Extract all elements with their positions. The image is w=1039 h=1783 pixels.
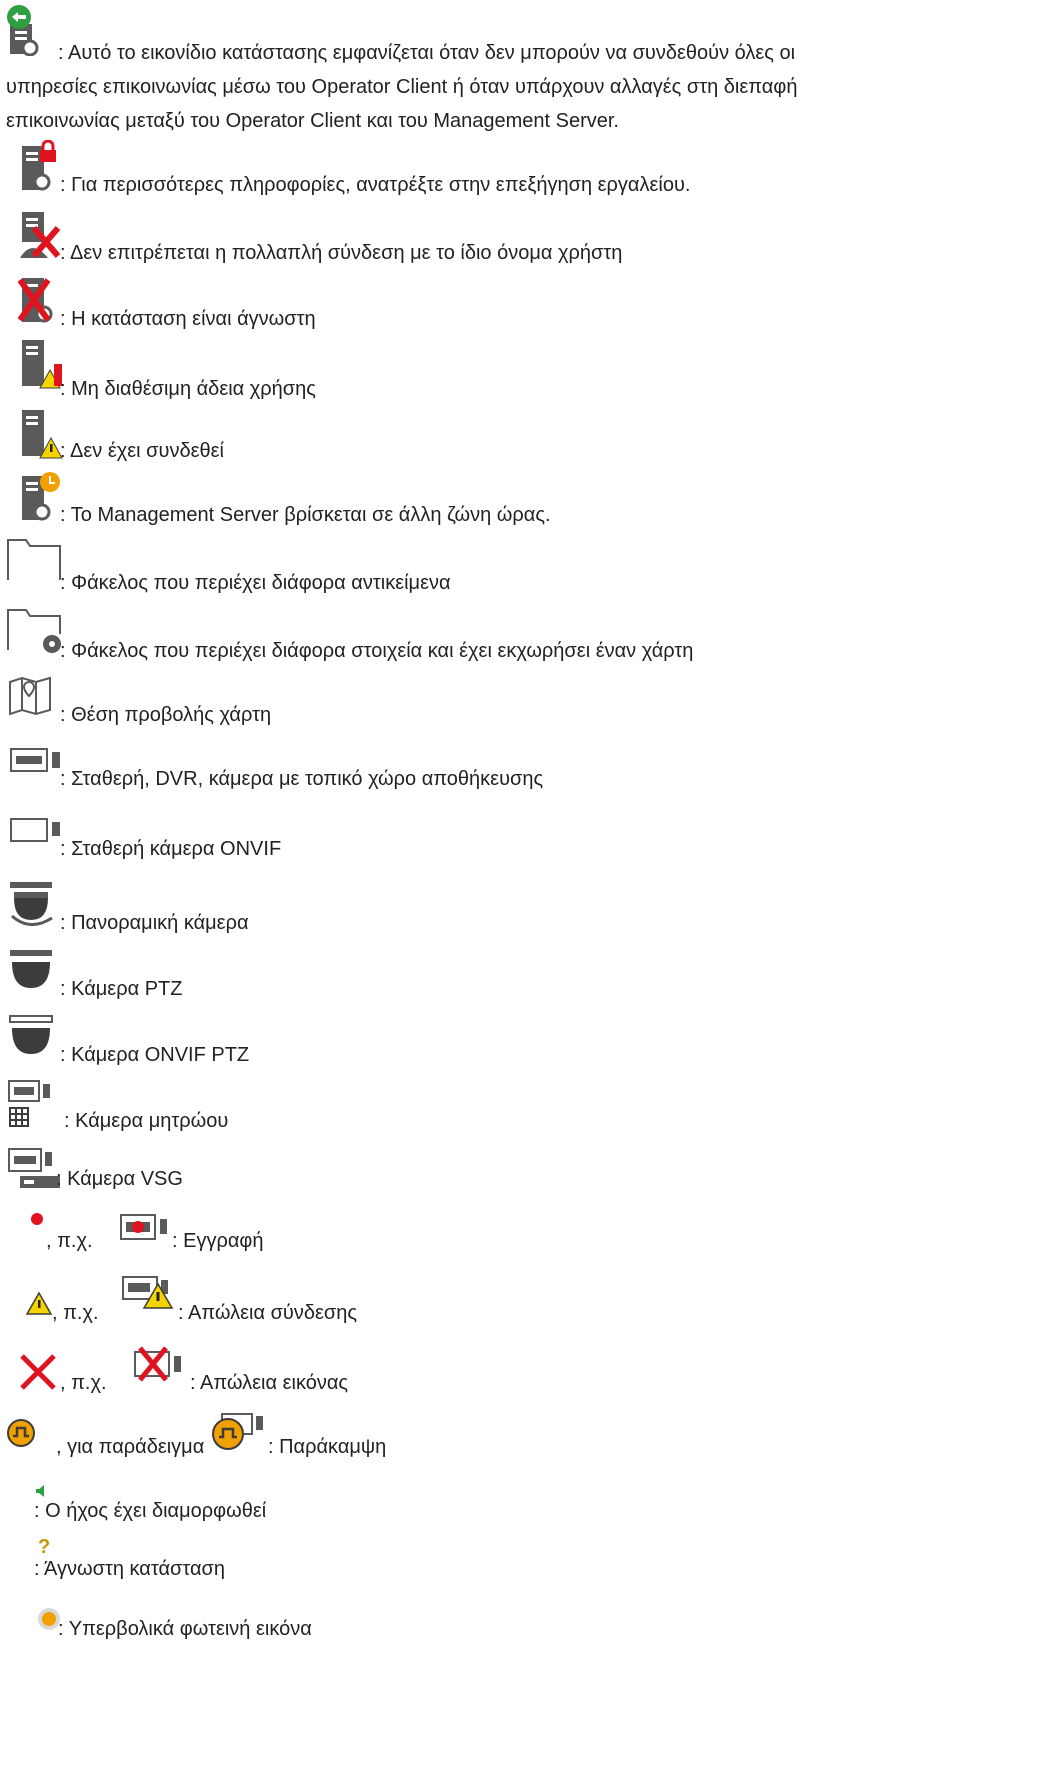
conn-lost-text: : Απώλεια σύνδεσης: [178, 1302, 358, 1324]
page: { "lines": { "status_comm_1": ": Αυτό το…: [0, 0, 1039, 1783]
row-vsg: : Κάμερα VSG: [0, 1148, 1039, 1198]
row-onvif-ptz: : Κάμερα ONVIF PTZ: [0, 1014, 1039, 1070]
conn-lost-eg-text: , π.χ.: [52, 1302, 99, 1324]
panoramic-text: : Πανοραμική κάμερα: [60, 912, 249, 934]
unknown-state-text: : Η κατάσταση είναι άγνωστη: [60, 308, 316, 330]
folder-map-icon: [7, 609, 61, 653]
no-license-text: : Μη διαθέσιμη άδεια χρήσης: [60, 378, 316, 400]
comm-status-line-1: : Αυτό το εικονίδιο κατάστασης εμφανίζετ…: [58, 42, 796, 64]
recording-camera-icon: [120, 1214, 167, 1240]
fixed-camera-icon: [10, 748, 60, 772]
server-license-warning-icon: [22, 340, 62, 389]
audio-text: : Ο ήχος έχει διαμορφωθεί: [34, 1500, 267, 1522]
row-fixed-camera: : Σταθερή, DVR, κάμερα με τοπικό χώρο απ…: [0, 746, 1039, 796]
image-lost-text: : Απώλεια εικόνας: [190, 1372, 349, 1394]
server-not-connected-icon: [22, 410, 63, 459]
bypass-camera-icon: [212, 1413, 263, 1450]
user-login-denied-icon: [20, 212, 61, 258]
matrix-camera-icon: [8, 1080, 50, 1127]
row-time-zone: : Το Management Server βρίσκεται σε άλλη…: [0, 470, 1039, 526]
red-cross-icon: [20, 1354, 56, 1390]
warning-triangle-icon: [26, 1292, 52, 1315]
row-conn-lost: , π.χ. : Απώλεια σύνδεσης: [0, 1276, 1039, 1330]
tooltip-info-text: : Για περισσότερες πληροφορίες, ανατρέξτ…: [60, 174, 691, 196]
bypass-text: : Παράκαμψη: [268, 1436, 387, 1458]
overbright-text: : Υπερβολικά φωτεινή εικόνα: [58, 1618, 312, 1640]
bypass-example-text: , για παράδειγμα: [56, 1436, 205, 1458]
ptz-text: : Κάμερα PTZ: [60, 978, 183, 1000]
connection-lost-camera-icon: [122, 1276, 174, 1309]
row-comm-status: : Αυτό το εικονίδιο κατάστασης εμφανίζετ…: [0, 0, 1039, 132]
row-not-connected: : Δεν έχει συνδεθεί: [0, 406, 1039, 462]
row-tooltip: : Για περισσότερες πληροφορίες, ανατρέξτ…: [0, 140, 1039, 196]
image-lost-camera-icon: [134, 1346, 181, 1382]
multi-login-text: : Δεν επιτρέπεται η πολλαπλή σύνδεση με …: [60, 242, 623, 264]
row-no-license: : Μη διαθέσιμη άδεια χρήσης: [0, 336, 1039, 400]
row-unknown: ? : Άγνωστη κατάσταση: [0, 1536, 1039, 1592]
row-bypass: , για παράδειγμα : Παράκαμψη: [0, 1412, 1039, 1468]
row-ptz: : Κάμερα PTZ: [0, 948, 1039, 1004]
recording-eg-text: , π.χ.: [46, 1230, 93, 1252]
map-view-icon: [9, 676, 51, 716]
comm-status-line-2: υπηρεσίες επικοινωνίας μέσω του Operator…: [6, 76, 798, 98]
onvif-ptz-text: : Κάμερα ONVIF PTZ: [60, 1044, 250, 1066]
recording-text: : Εγγραφή: [172, 1230, 264, 1252]
recording-dot-icon: [31, 1213, 43, 1225]
panoramic-camera-icon: [10, 882, 53, 926]
not-connected-text: : Δεν έχει συνδεθεί: [60, 440, 224, 462]
image-lost-eg-text: , π.χ.: [60, 1372, 107, 1394]
row-unknown-state: : Η κατάσταση είναι άγνωστη: [0, 274, 1039, 330]
row-recording: , π.χ. : Εγγραφή: [0, 1206, 1039, 1256]
row-folder-map: : Φάκελος που περιέχει διάφορα στοιχεία …: [0, 608, 1039, 664]
row-overbright: : Υπερβολικά φωτεινή εικόνα: [0, 1606, 1039, 1656]
matrix-text: : Κάμερα μητρώου: [64, 1110, 229, 1132]
row-panoramic: : Πανοραμική κάμερα: [0, 880, 1039, 936]
speaker-icon: [36, 1485, 44, 1497]
fixed-camera-text: : Σταθερή, DVR, κάμερα με τοπικό χώρο απ…: [60, 768, 544, 790]
map-view-text: : Θέση προβολής χάρτη: [60, 704, 272, 726]
row-map-view: : Θέση προβολής χάρτη: [0, 676, 1039, 732]
onvif-ptz-camera-icon: [9, 1015, 53, 1054]
server-unknown-icon: [18, 278, 53, 323]
row-image-lost: , π.χ. : Απώλεια εικόνας: [0, 1342, 1039, 1398]
onvif-fixed-camera-icon: [10, 818, 60, 842]
folder-text: : Φάκελος που περιέχει διάφορα αντικείμε…: [60, 572, 451, 594]
row-multi-login: : Δεν επιτρέπεται η πολλαπλή σύνδεση με …: [0, 208, 1039, 264]
onvif-fixed-text: : Σταθερή κάμερα ONVIF: [60, 838, 282, 860]
folder-icon: [7, 539, 61, 580]
ptz-camera-icon: [10, 950, 52, 988]
comm-status-line-3: επικοινωνίας μεταξύ του Operator Client …: [6, 110, 619, 132]
server-time-zone-icon: [22, 472, 60, 521]
vsg-text: : Κάμερα VSG: [56, 1168, 183, 1190]
row-matrix: : Κάμερα μητρώου: [0, 1080, 1039, 1140]
time-zone-text: : Το Management Server βρίσκεται σε άλλη…: [60, 504, 551, 526]
unknown-text: : Άγνωστη κατάσταση: [34, 1558, 226, 1580]
bypass-icon: [7, 1419, 35, 1447]
row-onvif-fixed: : Σταθερή κάμερα ONVIF: [0, 816, 1039, 866]
row-audio: : Ο ήχος έχει διαμορφωθεί: [0, 1480, 1039, 1530]
server-locked-icon: [22, 140, 56, 191]
row-folder: : Φάκελος που περιέχει διάφορα αντικείμε…: [0, 538, 1039, 594]
folder-map-text: : Φάκελος που περιέχει διάφορα στοιχεία …: [60, 640, 694, 662]
